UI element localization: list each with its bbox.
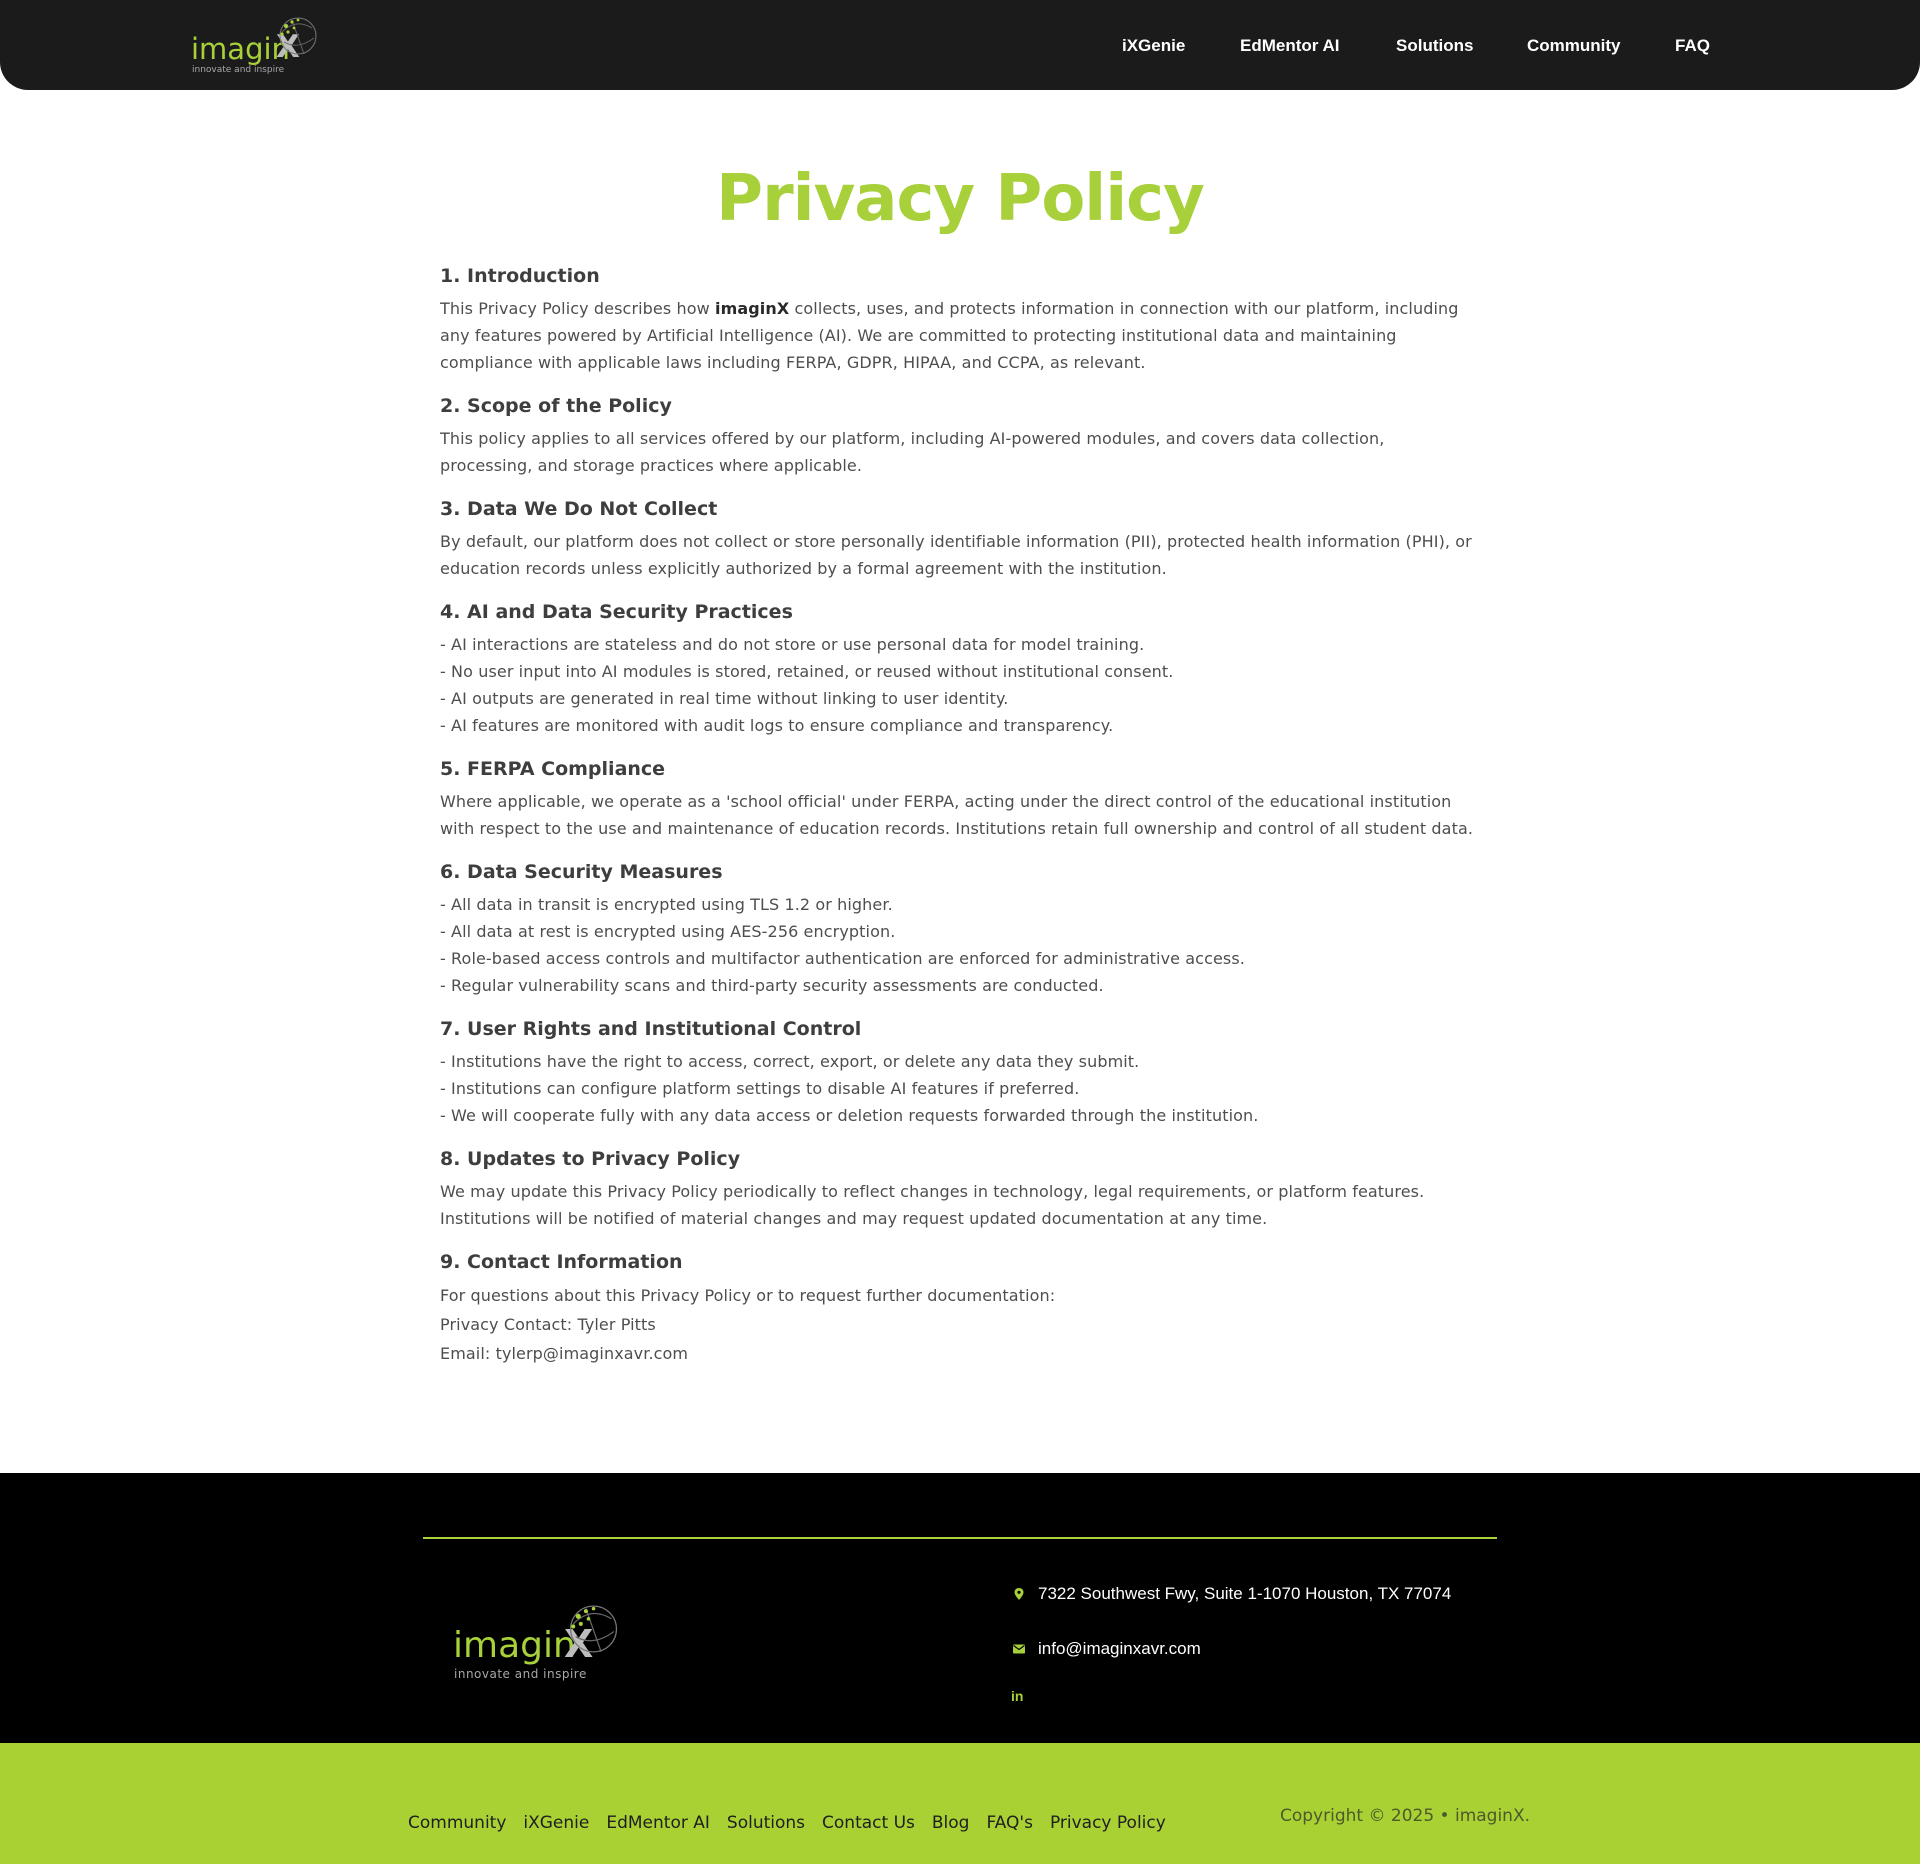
footer-email[interactable]: info@imaginxavr.com [1012,1639,1201,1659]
section-updates: 8. Updates to Privacy Policy We may upda… [440,1146,1480,1232]
logo-word: imagin [453,1625,576,1666]
list-item: - Institutions can configure platform se… [440,1079,1080,1098]
section-user-rights: 7. User Rights and Institutional Control… [440,1016,1480,1129]
list-item: - AI features are monitored with audit l… [440,716,1114,735]
footer-link-contact-us[interactable]: Contact Us [822,1813,915,1833]
footer-link-edmentor-ai[interactable]: EdMentor AI [606,1813,710,1833]
site-footer: imagin X innovate and inspire 7322 South… [0,1473,1920,1743]
section-heading: 5. FERPA Compliance [440,758,666,780]
footer-link-solutions[interactable]: Solutions [727,1813,805,1833]
section-heading: 6. Data Security Measures [440,861,723,883]
footer-link-ixgenie[interactable]: iXGenie [523,1813,589,1833]
email-text[interactable]: info@imaginxavr.com [1038,1639,1201,1659]
section-heading: 1. Introduction [440,265,600,287]
logo-tagline: innovate and inspire [192,65,285,75]
footer-logo[interactable]: imagin X innovate and inspire [452,1601,632,1681]
intro-brand: imaginX [715,299,790,318]
section-heading: 4. AI and Data Security Practices [440,601,793,623]
footer-link-faqs[interactable]: FAQ's [986,1813,1032,1833]
section-text: By default, our platform does not collec… [440,532,1472,578]
contact-email[interactable]: Email: tylerp@imaginxavr.com [440,1339,1480,1368]
list-item: - AI outputs are generated in real time … [440,689,1009,708]
site-header: imagin X innovate and inspire iXGenie Ed… [0,0,1920,90]
section-scope: 2. Scope of the Policy This policy appli… [440,393,1480,479]
page-title: Privacy Policy [716,162,1205,236]
contact-intro: For questions about this Privacy Policy … [440,1286,1056,1305]
contact-person: Privacy Contact: Tyler Pitts [440,1315,656,1334]
footer-link-blog[interactable]: Blog [932,1813,970,1833]
policy-content: 1. Introduction This Privacy Policy desc… [440,263,1480,1385]
list-item: - Institutions have the right to access,… [440,1052,1140,1071]
header-logo[interactable]: imagin X innovate and inspire [190,14,320,76]
logo-network-icon [279,17,317,55]
section-text: This Privacy Policy describes how imagin… [440,295,1480,376]
section-heading: 7. User Rights and Institutional Control [440,1018,862,1040]
list-item: - All data at rest is encrypted using AE… [440,922,896,941]
section-data-not-collected: 3. Data We Do Not Collect By default, ou… [440,496,1480,582]
section-text: Where applicable, we operate as a 'schoo… [440,792,1474,838]
section-heading: 9. Contact Information [440,1251,683,1273]
list-item: - No user input into AI modules is store… [440,662,1174,681]
footer-link-privacy-policy[interactable]: Privacy Policy [1050,1813,1166,1833]
section-heading: 3. Data We Do Not Collect [440,498,718,520]
footer-link-community[interactable]: Community [408,1813,506,1833]
address-text: 7322 Southwest Fwy, Suite 1-1070 Houston… [1038,1584,1452,1603]
list-item: - We will cooperate fully with any data … [440,1106,1259,1125]
section-ferpa: 5. FERPA Compliance Where applicable, we… [440,756,1480,842]
footer-divider [423,1537,1497,1539]
section-list: - All data in transit is encrypted using… [440,891,1480,999]
footer-links: Community iXGenie EdMentor AI Solutions … [408,1813,1183,1833]
nav-faq[interactable]: FAQ [1675,36,1710,56]
section-heading: 2. Scope of the Policy [440,395,672,417]
logo-network-icon [570,1605,618,1653]
list-item: - AI interactions are stateless and do n… [440,635,1145,654]
list-item: - All data in transit is encrypted using… [440,895,893,914]
footer-address: 7322 Southwest Fwy, Suite 1-1070 Houston… [1012,1584,1451,1604]
section-introduction: 1. Introduction This Privacy Policy desc… [440,263,1480,376]
section-contact: 9. Contact Information For questions abo… [440,1249,1480,1368]
list-item: - Role-based access controls and multifa… [440,949,1245,968]
intro-text-start: This Privacy Policy describes how [440,299,715,318]
logo-tagline: innovate and inspire [454,1667,587,1681]
section-text: This policy applies to all services offe… [440,429,1385,475]
section-security-measures: 6. Data Security Measures - All data in … [440,859,1480,999]
section-list: - Institutions have the right to access,… [440,1048,1480,1129]
section-text: We may update this Privacy Policy period… [440,1182,1425,1228]
footer-bottom-bar: Community iXGenie EdMentor AI Solutions … [0,1743,1920,1864]
nav-ixgenie[interactable]: iXGenie [1122,36,1185,56]
nav-edmentor-ai[interactable]: EdMentor AI [1240,36,1339,56]
list-item: - Regular vulnerability scans and third-… [440,976,1104,995]
section-heading: 8. Updates to Privacy Policy [440,1148,741,1170]
linkedin-icon[interactable]: in [1011,1688,1023,1704]
email-icon [1013,1644,1025,1654]
copyright-text: Copyright © 2025 • imaginX. [1280,1806,1531,1826]
section-list: - AI interactions are stateless and do n… [440,631,1480,739]
map-pin-icon [1014,1588,1024,1600]
nav-solutions[interactable]: Solutions [1396,36,1473,56]
nav-community[interactable]: Community [1527,36,1621,56]
section-ai-security: 4. AI and Data Security Practices - AI i… [440,599,1480,739]
